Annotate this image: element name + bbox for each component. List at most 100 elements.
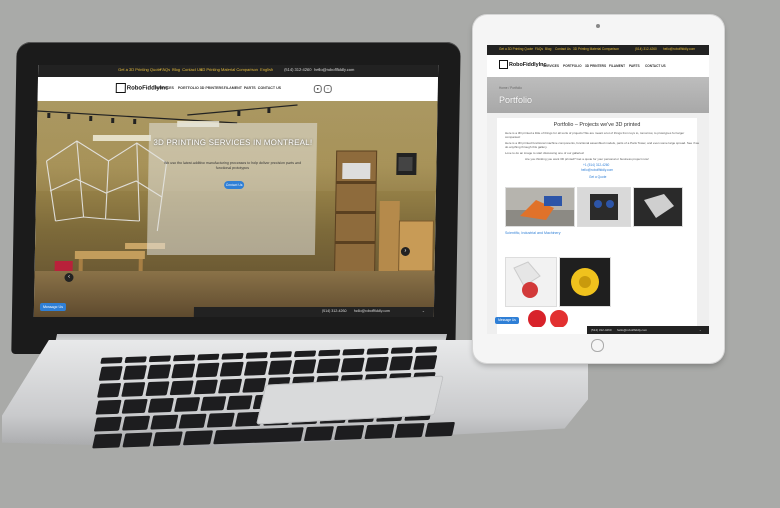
- keyboard-key: [150, 414, 179, 430]
- keyboard-key: [292, 359, 317, 375]
- chevron-down-icon[interactable]: ⌄: [422, 309, 425, 313]
- t-messenger-button[interactable]: Message Us: [495, 317, 519, 324]
- laptop-screen: Get a 3D Printing Quote FAQs Blog Contac…: [33, 65, 439, 317]
- t-chevron-down-icon[interactable]: ⌄: [699, 328, 702, 332]
- laptop-footer-bar: (514) 312-4260 hello@roboflfiddly.com ⌄: [193, 307, 434, 317]
- top-email[interactable]: hello@roboflfiddly.com: [314, 67, 354, 72]
- t-nav-services[interactable]: SERVICES: [543, 64, 559, 68]
- top-link-materials[interactable]: 3D Printing Material Comparison: [200, 67, 258, 72]
- top-phone[interactable]: (514) 312-4260: [284, 67, 311, 72]
- nav-3d-printers[interactable]: 3D PRINTERS: [200, 86, 224, 90]
- t-nav-filament[interactable]: FILAMENT: [609, 64, 625, 68]
- keyboard-key: [122, 365, 148, 380]
- t-footer-phone[interactable]: (514) 312-4260: [591, 328, 612, 332]
- t-top-email[interactable]: hello@roboflfiddly.com: [663, 47, 695, 51]
- intro-line-6: Are you thinking you want 3D printed? Ge…: [525, 157, 649, 161]
- t-top-link-materials[interactable]: 3D Printing Material Comparison: [573, 47, 619, 51]
- gallery-thumb-2[interactable]: [577, 187, 631, 227]
- t-top-link-contact[interactable]: Contact Us: [555, 47, 571, 51]
- keyboard-key: [388, 355, 414, 371]
- cart-icon[interactable]: ●: [313, 85, 322, 93]
- chevron-right-icon: ›: [404, 248, 407, 254]
- page-title: Portfolio: [499, 95, 533, 105]
- t-top-link-quote[interactable]: Get a 3D Printing Quote: [499, 47, 533, 51]
- footer-email[interactable]: hello@roboflfiddly.com: [354, 309, 390, 313]
- chevron-left-icon: ‹: [67, 274, 71, 280]
- footer-phone[interactable]: (514) 312-4260: [322, 309, 347, 313]
- keyboard-key: [147, 397, 175, 413]
- t-top-link-faqs[interactable]: FAQs: [535, 47, 543, 51]
- keyboard-key: [394, 423, 425, 438]
- t-site-logo[interactable]: RoboFiddlyInc: [499, 60, 546, 69]
- keyboard-key: [147, 364, 172, 380]
- hero-title: 3D PRINTING SERVICES IN MONTREAL!: [153, 138, 313, 147]
- keyboard-key: [195, 362, 220, 378]
- contact-email-link[interactable]: hello@roboflfiddly.com: [581, 168, 613, 172]
- keyboard-key: [152, 431, 183, 447]
- keyboard-key: [366, 347, 389, 355]
- t-top-phone[interactable]: (514) 312-4260: [635, 47, 657, 51]
- gallery-thumb-5[interactable]: [559, 257, 611, 307]
- top-link-quote[interactable]: Get a 3D Printing Quote: [118, 67, 161, 72]
- nav-contact[interactable]: CONTACT US: [258, 86, 281, 90]
- gallery-thumb-1[interactable]: [505, 187, 575, 227]
- intro-line-4: do anything through this gallery.: [505, 145, 548, 149]
- t-nav-portfolio[interactable]: PORTFOLIO: [563, 64, 582, 68]
- keyboard-key: [316, 358, 341, 374]
- t-nav-3d-printers[interactable]: 3D PRINTERS: [585, 64, 606, 68]
- keyboard-key: [97, 382, 122, 398]
- breadcrumb[interactable]: Home / Portfolio: [499, 86, 522, 90]
- gallery-thumb-4[interactable]: [505, 257, 557, 307]
- keyboard-key: [293, 350, 317, 358]
- keyboard-key: [200, 396, 227, 411]
- nav-services[interactable]: SERVICES: [156, 86, 174, 90]
- laptop-navbar: RoboFiddlyInc SERVICES PORTFOLIO 3D PRIN…: [37, 77, 438, 102]
- messenger-button[interactable]: Message Us: [39, 303, 67, 311]
- keyboard-key: [413, 355, 438, 370]
- contact-phone-link[interactable]: +1 (514) 312-4260: [583, 163, 609, 167]
- keyboard-key: [174, 397, 201, 412]
- laptop-top-bar: Get a 3D Printing Quote FAQs Blog Contac…: [37, 65, 439, 77]
- language-selector[interactable]: English: [260, 67, 273, 72]
- keyboard-key: [221, 352, 244, 360]
- keyboard-key: [318, 349, 341, 357]
- keyboard-key: [269, 351, 293, 358]
- logo-mark-icon: [115, 83, 126, 93]
- keyboard-key: [95, 399, 122, 415]
- top-link-contact[interactable]: Contact Us: [182, 67, 202, 72]
- nav-filament[interactable]: FILAMENT: [224, 86, 242, 90]
- get-quote-link[interactable]: Get a Quote: [589, 175, 606, 179]
- tablet-home-button[interactable]: [591, 339, 604, 352]
- search-icon[interactable]: ○: [323, 85, 332, 93]
- nav-portfolio[interactable]: PORTFOLIO: [178, 86, 199, 90]
- keyboard-key: [193, 379, 218, 395]
- tablet-navbar: RoboFiddlyInc SERVICES PORTFOLIO 3D PRIN…: [487, 55, 709, 78]
- keyboard-key: [364, 424, 395, 440]
- keyboard-key: [121, 415, 151, 431]
- hero-contact-button[interactable]: Contact Us: [224, 181, 245, 189]
- t-nav-parts[interactable]: PARTS: [629, 64, 640, 68]
- keyboard-key: [92, 433, 123, 449]
- gallery-thumb-3[interactable]: [633, 187, 683, 227]
- t-top-link-blog[interactable]: Blog: [545, 47, 551, 51]
- keyboard-key: [226, 395, 253, 411]
- keyboard-key: [145, 381, 170, 396]
- keyboard-key: [206, 412, 235, 428]
- top-link-blog[interactable]: Blog: [172, 67, 180, 72]
- keyboard-key: [342, 348, 365, 356]
- nav-parts[interactable]: PARTS: [244, 86, 256, 90]
- gallery-caption[interactable]: Scientific, Industrial and Machinery: [505, 231, 561, 235]
- intro-line-5: Love to do an image to start discussing …: [505, 151, 585, 155]
- keyboard-key: [148, 355, 172, 363]
- keyboard-key: [242, 377, 267, 393]
- intro-line-2: companies!: [505, 135, 521, 139]
- t-footer-email[interactable]: hello@roboflfiddly.com: [617, 328, 647, 332]
- t-nav-contact[interactable]: CONTACT US: [645, 64, 666, 68]
- gallery-thumb-6[interactable]: [513, 307, 583, 327]
- keyboard-key: [390, 347, 414, 354]
- keyboard-key: [178, 413, 207, 429]
- keyboard-key: [303, 426, 335, 442]
- keyboard-key: [424, 421, 456, 437]
- top-link-faqs[interactable]: FAQs: [160, 67, 170, 72]
- tablet-footer-bar: (514) 312-4260 hello@roboflfiddly.com ⌄: [587, 326, 709, 334]
